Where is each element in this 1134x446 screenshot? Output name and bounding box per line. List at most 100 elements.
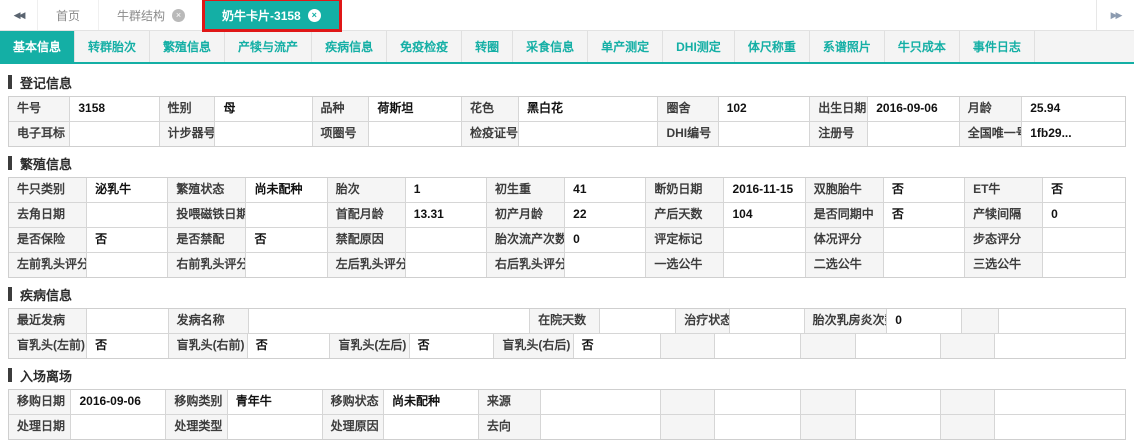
field-value: 2016-11-15 (724, 178, 806, 202)
field-label: 圈舍 (658, 97, 719, 121)
section-title: 入场离场 (8, 367, 1126, 384)
field-label: 首配月龄 (327, 203, 406, 227)
field-label: 来源 (478, 390, 542, 414)
field-value: 否 (883, 203, 966, 227)
section-title: 登记信息 (8, 74, 1126, 91)
field-value (541, 390, 661, 414)
field-value (883, 228, 966, 252)
field-label: 注册号 (810, 122, 869, 146)
field-label: 体况评分 (805, 228, 884, 252)
field-label (801, 415, 856, 439)
field-label: 处理原因 (322, 415, 384, 439)
subtab[interactable]: 采食信息 (513, 31, 589, 62)
subtab[interactable]: 转圈 (462, 31, 514, 62)
close-icon[interactable]: × (307, 8, 321, 22)
collapse-tabs-icon[interactable]: ◀◀ (0, 0, 38, 30)
field-value (1043, 253, 1125, 277)
top-tab[interactable]: 牛群结构 × (99, 0, 205, 30)
field-value: 25.94 (1022, 97, 1125, 121)
table-row: 盲乳头(左前) 否盲乳头(右前) 否盲乳头(左后) 否盲乳头(右后) 否 (9, 333, 1125, 358)
field-value: 母 (215, 97, 313, 121)
subtab[interactable]: 繁殖信息 (150, 31, 226, 62)
field-value: 0 (887, 309, 962, 333)
field-label: 是否保险 (9, 228, 88, 252)
field-value (998, 309, 1125, 333)
close-icon[interactable]: × (172, 8, 186, 22)
field-value (995, 415, 1125, 439)
field-label: 是否同期中 (805, 203, 884, 227)
topbar-tabs: 首页 牛群结构 × 奶牛卡片-3158 × (38, 0, 342, 32)
field-value (729, 309, 805, 333)
field-label (940, 415, 996, 439)
field-value (868, 122, 960, 146)
info-table: 最近发病发病名称在院天数治疗状态胎次乳房炎次数0盲乳头(左前)否盲乳头(右前)否… (8, 308, 1126, 359)
section-title: 繁殖信息 (8, 155, 1126, 172)
field-value: 否 (409, 334, 495, 358)
field-value: 尚未配种 (246, 178, 328, 202)
field-value (405, 228, 488, 252)
window-tab-bar: ◀◀ 首页 牛群结构 × 奶牛卡片-3158 × ▶▶ (0, 0, 1134, 32)
field-label: 断奶日期 (646, 178, 725, 202)
top-tab-label: 首页 (56, 8, 81, 23)
subtab[interactable]: 牛只成本 (885, 31, 960, 62)
field-value (600, 309, 677, 333)
expand-tabs-icon[interactable]: ▶▶ (1096, 0, 1134, 30)
table-row: 牛号 3158 性别母品种 荷斯坦 花色 黑白花 圈舍 102 出生日期 2016-09-06 月龄… (9, 97, 1125, 121)
subtab[interactable]: 事件日志 (960, 31, 1035, 62)
field-label: 牛只类别 (9, 178, 88, 202)
field-value (383, 415, 479, 439)
field-value (1043, 228, 1125, 252)
field-value (715, 415, 802, 439)
field-label (961, 309, 999, 333)
field-value (87, 253, 169, 277)
field-label: 双胞胎牛 (805, 178, 884, 202)
field-value: 41 (565, 178, 647, 202)
section-title-text: 繁殖信息 (20, 156, 73, 172)
field-value (883, 253, 966, 277)
subtab[interactable]: 转群胎次 (75, 31, 151, 62)
subtab[interactable]: 系谱照片 (810, 31, 885, 62)
field-value (70, 122, 160, 146)
field-value (518, 122, 659, 146)
field-label: 性别 (159, 97, 216, 121)
field-label: 左后乳头评分 (327, 253, 406, 277)
top-tab[interactable]: 首页 (38, 0, 100, 30)
field-label: 检疫证号 (462, 122, 519, 146)
field-value (248, 309, 531, 333)
subtab[interactable]: DHI测定 (663, 31, 735, 62)
section-title: 疾病信息 (8, 286, 1126, 303)
section-title-marker (8, 156, 12, 170)
subtab[interactable]: 单产测定 (588, 31, 664, 62)
field-label: 花色 (462, 97, 519, 121)
field-value: 泌乳牛 (87, 178, 169, 202)
subtab[interactable]: 免疫检疫 (387, 31, 463, 62)
field-value (227, 415, 323, 439)
field-label: 步态评分 (965, 228, 1044, 252)
section: 入场离场移购日期 2016-09-06 移购类别 青年牛 移购状态 尚未配种 来源 处理日期处… (8, 367, 1126, 440)
info-table: 移购日期 2016-09-06 移购类别 青年牛 移购状态 尚未配种 来源 处理日期 处理类型处… (8, 389, 1126, 440)
top-tab[interactable]: 奶牛卡片-3158 × (202, 0, 342, 32)
section: 疾病信息最近发病发病名称在院天数治疗状态胎次乳房炎次数0盲乳头(左前)否盲乳头(… (8, 286, 1126, 359)
main-content: 登记信息牛号 3158 性别母品种 荷斯坦 花色 黑白花 圈舍 102 出生日期 2016-09-… (0, 64, 1134, 446)
field-label: 盲乳头(左前) (9, 334, 88, 358)
field-value (215, 122, 313, 146)
field-value: 22 (565, 203, 647, 227)
field-value: 1fb29... (1022, 122, 1125, 146)
field-value (541, 415, 661, 439)
field-label: 在院天数 (530, 309, 601, 333)
section-title-text: 登记信息 (20, 75, 73, 91)
section-title-text: 入场离场 (20, 368, 73, 384)
field-value: 荷斯坦 (369, 97, 463, 121)
field-label: 胎次 (327, 178, 406, 202)
table-row: 去角日期 投喂磁铁日期 首配月龄 13.31 初产月龄 22 产后天数 104 是否同期中否产犊… (9, 202, 1125, 227)
field-label: 全国唯一号 (959, 122, 1023, 146)
field-label: ET牛 (965, 178, 1044, 202)
field-value (724, 253, 806, 277)
subtab[interactable]: 体尺称重 (735, 31, 810, 62)
subtab[interactable]: 疾病信息 (312, 31, 388, 62)
field-label: 处理类型 (166, 415, 228, 439)
subtab[interactable]: 基本信息 (0, 31, 76, 62)
field-value: 102 (718, 97, 811, 121)
field-label: 项圈号 (312, 122, 370, 146)
subtab[interactable]: 产犊与流产 (225, 31, 313, 62)
